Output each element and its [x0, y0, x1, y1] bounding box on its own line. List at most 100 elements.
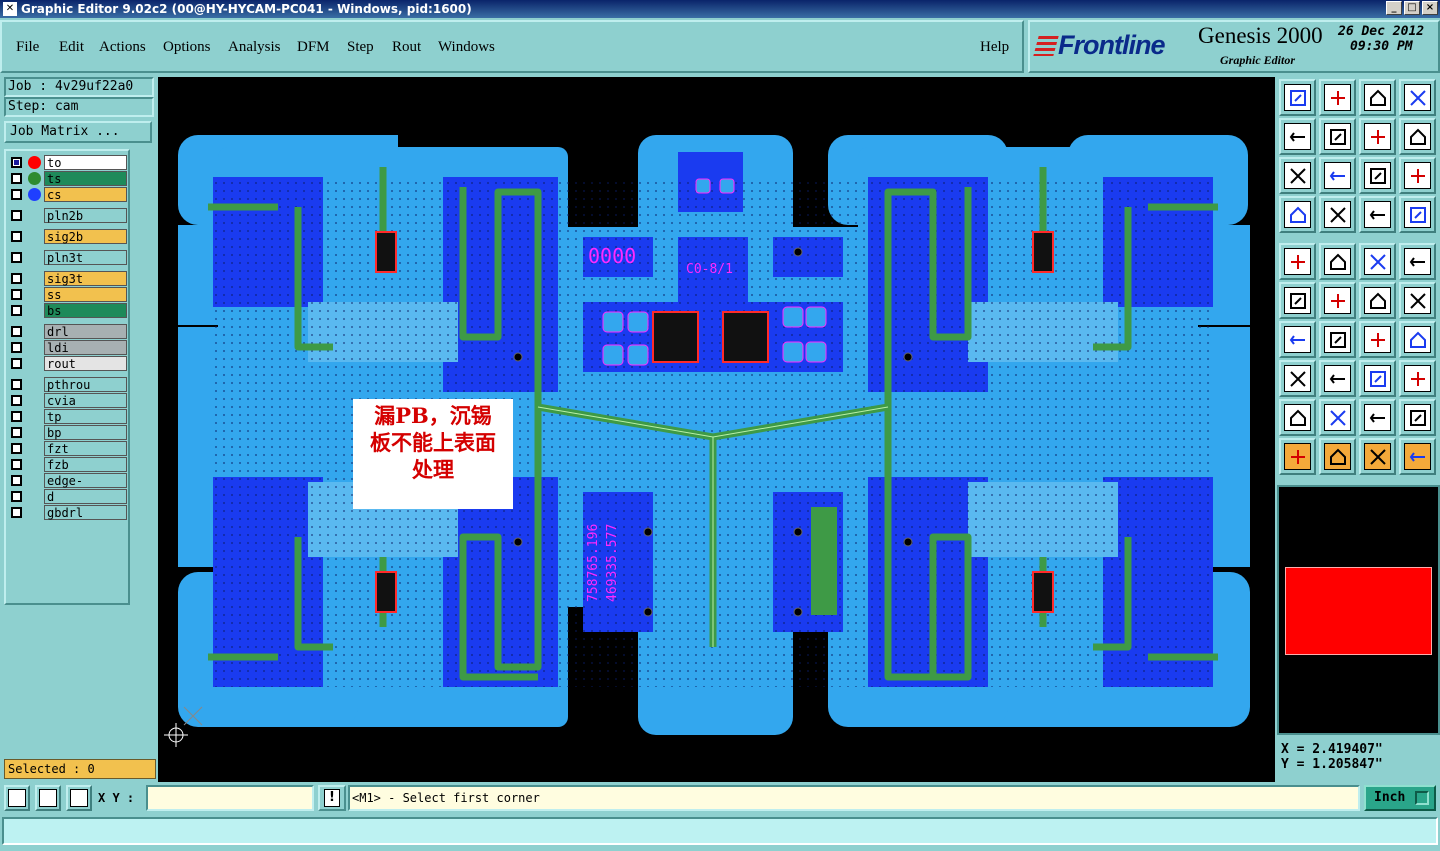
- layer-name[interactable]: drl: [44, 324, 127, 339]
- layer-name[interactable]: pln3t: [44, 250, 127, 265]
- layer-row-bp[interactable]: bp: [8, 425, 127, 440]
- ratio-button[interactable]: [1359, 157, 1396, 194]
- measure-button[interactable]: [1279, 196, 1316, 233]
- layer-name[interactable]: bp: [44, 425, 127, 440]
- layer-checkbox[interactable]: [11, 491, 22, 502]
- layer-row-cvia[interactable]: cvia: [8, 393, 127, 408]
- layer-checkbox[interactable]: [11, 231, 22, 242]
- select3-button[interactable]: [1359, 438, 1396, 475]
- close-button[interactable]: ×: [1422, 1, 1438, 15]
- pad-button[interactable]: [1279, 360, 1316, 397]
- layer-name[interactable]: cs: [44, 187, 127, 202]
- layer-row-sig3t[interactable]: sig3t: [8, 271, 127, 286]
- layer-name[interactable]: gbdrl: [44, 505, 127, 520]
- layer-name[interactable]: bs: [44, 303, 127, 318]
- layer-checkbox[interactable]: [11, 379, 22, 390]
- dimension-button[interactable]: [1359, 360, 1396, 397]
- layer-row-cs[interactable]: cs: [8, 187, 127, 202]
- menu-dfm[interactable]: DFM: [297, 39, 330, 56]
- menu-edit[interactable]: Edit: [59, 39, 84, 56]
- layer-checkbox[interactable]: [11, 459, 22, 470]
- zoom-box-button[interactable]: [4, 785, 30, 811]
- shape-button[interactable]: [1359, 399, 1396, 436]
- layer-checkbox[interactable]: [11, 326, 22, 337]
- group-button[interactable]: [1399, 360, 1436, 397]
- layer-name[interactable]: pln2b: [44, 208, 127, 223]
- layer-row-ss[interactable]: ss: [8, 287, 127, 302]
- layer-row-gbdrl[interactable]: gbdrl: [8, 505, 127, 520]
- layer-name[interactable]: cvia: [44, 393, 127, 408]
- snap-button[interactable]: [1359, 196, 1396, 233]
- cross-button[interactable]: [1319, 282, 1356, 319]
- zoom-out-button[interactable]: [1359, 118, 1396, 155]
- polygon-button[interactable]: [1319, 243, 1356, 280]
- select2-button[interactable]: [1319, 438, 1356, 475]
- triangle-button[interactable]: [1279, 399, 1316, 436]
- preview-viewport[interactable]: [1285, 567, 1432, 655]
- pan-left-button[interactable]: [1279, 118, 1316, 155]
- center-button[interactable]: [1319, 157, 1356, 194]
- layer-checkbox[interactable]: [11, 342, 22, 353]
- layer-checkbox[interactable]: [11, 411, 22, 422]
- layer-row-rout[interactable]: rout: [8, 356, 127, 371]
- layer-row-sig2b[interactable]: sig2b: [8, 229, 127, 244]
- menu-windows[interactable]: Windows: [438, 39, 495, 56]
- layer-row-ts[interactable]: ts: [8, 171, 127, 186]
- window-button[interactable]: [1399, 79, 1436, 116]
- layer-name[interactable]: rout: [44, 356, 127, 371]
- layer-checkbox[interactable]: [11, 210, 22, 221]
- layer-row-fzt[interactable]: fzt: [8, 441, 127, 456]
- zoom-home2-button[interactable]: [1319, 79, 1356, 116]
- layer-checkbox[interactable]: [11, 157, 22, 168]
- fit-button[interactable]: [1279, 157, 1316, 194]
- minimize-button[interactable]: _: [1386, 1, 1402, 15]
- zoom-home-button[interactable]: [1279, 79, 1316, 116]
- slash-button[interactable]: [1319, 321, 1356, 358]
- xy-input[interactable]: [146, 785, 314, 811]
- layer-row-edge-plated[interactable]: edge-plated: [8, 473, 127, 502]
- arrow-line-button[interactable]: [1399, 282, 1436, 319]
- layer-name[interactable]: ldi: [44, 340, 127, 355]
- maximize-button[interactable]: □: [1404, 1, 1420, 15]
- layer-checkbox[interactable]: [11, 252, 22, 263]
- layer-checkbox[interactable]: [11, 273, 22, 284]
- layer-name[interactable]: edge-plated: [44, 473, 127, 502]
- menu-help[interactable]: Help: [980, 39, 1009, 56]
- graphic-canvas[interactable]: 0000 C0-8/1 758765.196 469335.577: [158, 77, 1275, 782]
- menu-file[interactable]: File: [16, 39, 39, 56]
- layer-name[interactable]: tp: [44, 409, 127, 424]
- select-button[interactable]: [1279, 438, 1316, 475]
- layer-checkbox[interactable]: [11, 305, 22, 316]
- feature-button[interactable]: [1399, 321, 1436, 358]
- layer-checkbox[interactable]: [11, 395, 22, 406]
- layer-checkbox[interactable]: [11, 173, 22, 184]
- layer-row-tp[interactable]: tp: [8, 409, 127, 424]
- layer-checkbox[interactable]: [11, 189, 22, 200]
- layer-row-to[interactable]: to: [8, 155, 127, 170]
- layer-row-drl[interactable]: drl: [8, 324, 127, 339]
- pan-right-button[interactable]: [1319, 118, 1356, 155]
- layer-row-d[interactable]: d: [8, 489, 127, 504]
- home-button[interactable]: [1359, 79, 1396, 116]
- grid-button[interactable]: [66, 785, 92, 811]
- layer-name[interactable]: pthrou: [44, 377, 127, 392]
- overview-preview[interactable]: [1277, 485, 1440, 735]
- layer-checkbox[interactable]: [11, 427, 22, 438]
- layer-checkbox[interactable]: [11, 475, 22, 486]
- layer-row-pln3t[interactable]: pln3t: [8, 250, 127, 265]
- layer-row-pln2b[interactable]: pln2b: [8, 208, 127, 223]
- measure-button[interactable]: [35, 785, 61, 811]
- layer-name[interactable]: to: [44, 155, 127, 170]
- menu-analysis[interactable]: Analysis: [228, 39, 281, 56]
- layer-name[interactable]: d: [44, 489, 127, 504]
- warning-button[interactable]: !: [318, 785, 346, 811]
- menu-actions[interactable]: Actions: [99, 39, 146, 56]
- layer-checkbox[interactable]: [11, 358, 22, 369]
- trace-button[interactable]: [1319, 360, 1356, 397]
- snap2-button[interactable]: [1399, 196, 1436, 233]
- layer-name[interactable]: ts: [44, 171, 127, 186]
- layer-name[interactable]: sig2b: [44, 229, 127, 244]
- layer-checkbox[interactable]: [11, 289, 22, 300]
- triangle2-button[interactable]: [1319, 399, 1356, 436]
- layer-checkbox[interactable]: [11, 507, 22, 518]
